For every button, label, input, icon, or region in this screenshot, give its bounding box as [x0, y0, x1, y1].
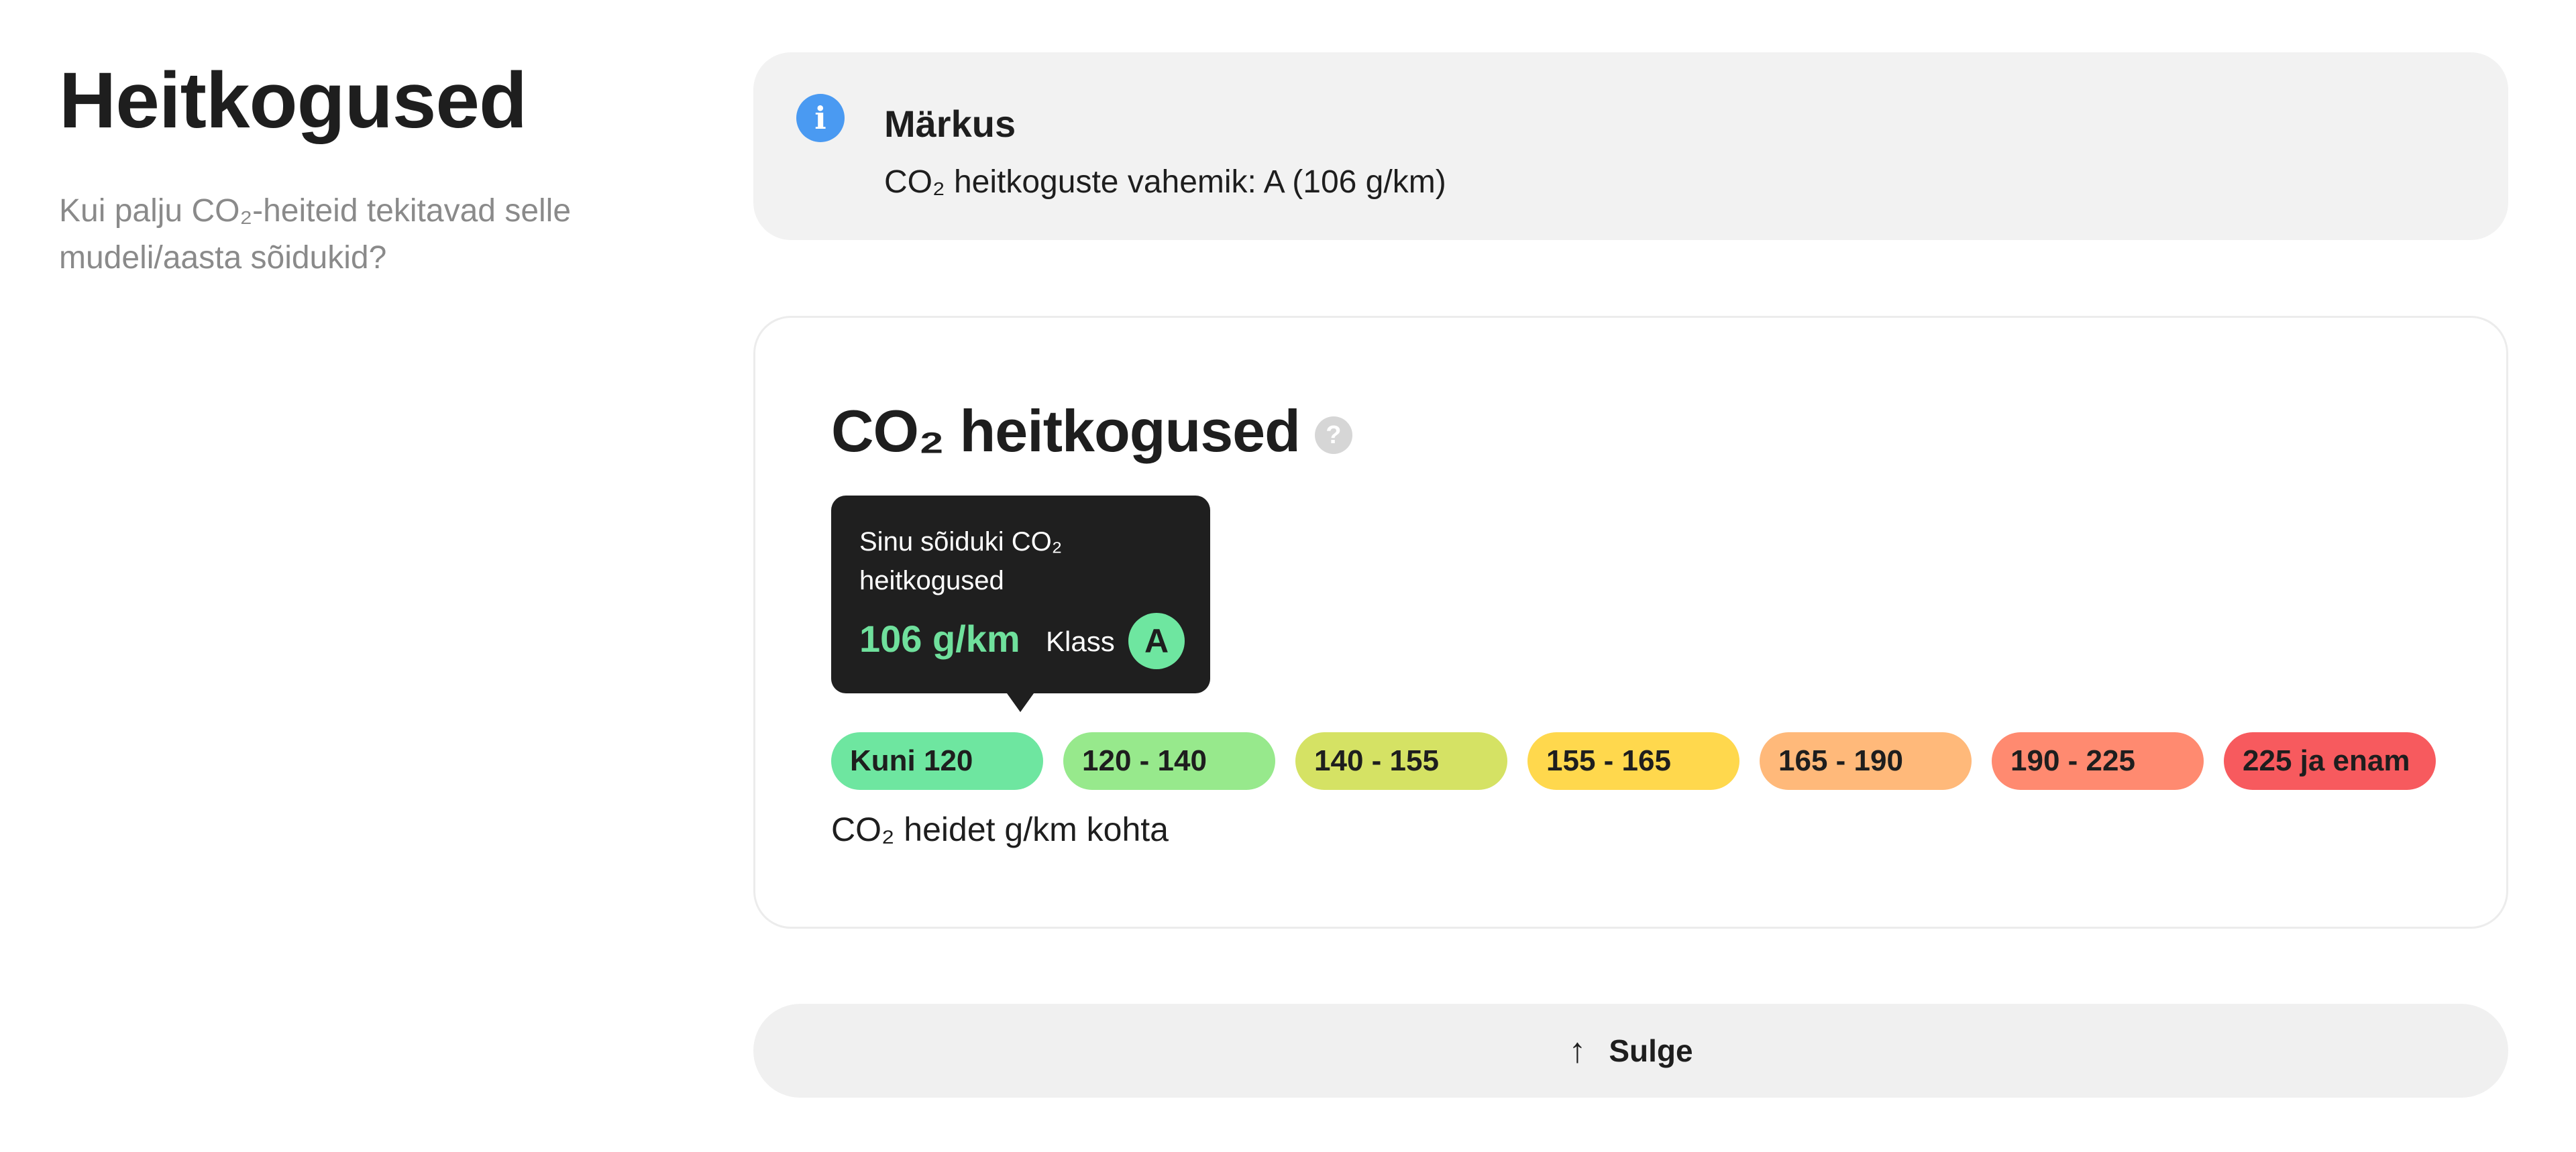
question-icon[interactable]: ? [1314, 416, 1352, 454]
page: Heitkogused Kui palju CO₂-heiteid tekita… [0, 0, 2576, 1152]
range-pill: 225 ja enam [2224, 732, 2436, 790]
close-label: Sulge [1609, 1033, 1693, 1068]
co2-tooltip: Sinu sõiduki CO₂ heitkogused 106 g/km Kl… [831, 496, 1210, 712]
tooltip-class-label: Klass [1046, 626, 1115, 657]
note-title: Märkus [884, 103, 1016, 145]
range-pill: 165 - 190 [1760, 732, 1972, 790]
range-pill: 140 - 155 [1295, 732, 1507, 790]
range-pill: 120 - 140 [1063, 732, 1275, 790]
co2-caption: CO₂ heidet g/km kohta [831, 811, 1169, 848]
range-pill: Kuni 120 [831, 732, 1043, 790]
close-button[interactable]: ↑ Sulge [753, 1004, 2508, 1098]
co2-range-scale: Kuni 120 120 - 140 140 - 155 155 - 165 1… [831, 732, 2436, 790]
class-badge: A [1128, 613, 1185, 669]
section-header: Heitkogused Kui palju CO₂-heiteid tekita… [59, 54, 703, 282]
co2-title-row: CO₂ heitkogused ? [831, 394, 1352, 468]
section-title: Heitkogused [59, 56, 527, 145]
co2-title: CO₂ heitkogused [831, 398, 1301, 464]
info-icon: i [796, 94, 845, 142]
co2-card: CO₂ heitkogused ? Sinu sõiduki CO₂ heitk… [753, 316, 2508, 929]
section-description: Kui palju CO₂-heiteid tekitavad selle mu… [59, 193, 572, 276]
range-pill: 190 - 225 [1992, 732, 2204, 790]
tooltip-label: Sinu sõiduki CO₂ heitkogused [859, 527, 1063, 595]
note-text: CO₂ heitkoguste vahemik: A (106 g/km) [884, 164, 1446, 200]
tooltip-value: 106 g/km [859, 618, 1020, 660]
note-box: i Märkus CO₂ heitkoguste vahemik: A (106… [753, 52, 2508, 240]
arrow-up-icon: ↑ [1568, 1031, 1587, 1070]
range-pill: 155 - 165 [1527, 732, 1739, 790]
